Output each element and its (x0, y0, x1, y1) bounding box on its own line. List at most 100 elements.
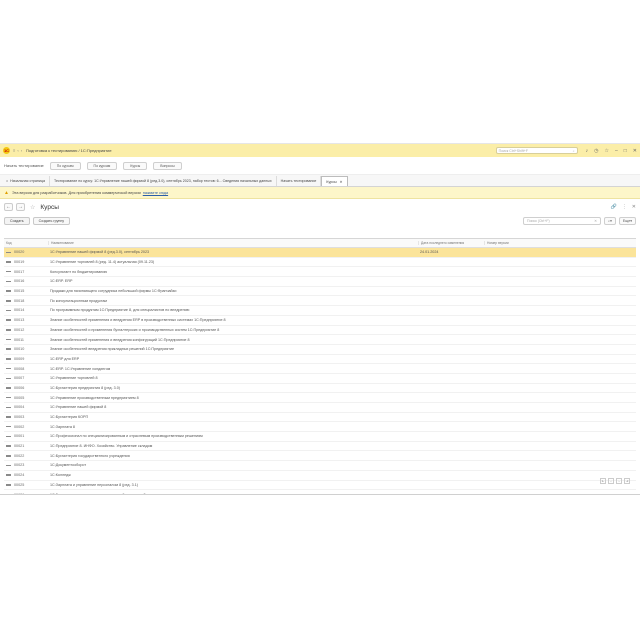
cell-code: 00026 (4, 493, 48, 494)
table-row[interactable]: 00011 Знание особенностей применения и вн… (4, 335, 636, 345)
scroll-top-icon[interactable]: ⇤ (600, 478, 606, 484)
cell-code: 00011 (4, 338, 48, 342)
table-row[interactable]: 00016 1С:ERP. ERP (4, 277, 636, 287)
item-icon (6, 290, 11, 292)
forward-button[interactable]: → (16, 203, 25, 211)
global-search-input[interactable]: Поиск Ctrl+Shift+F ⌕ (495, 147, 578, 154)
tab-home[interactable]: ⌂ Начальная страница (2, 176, 50, 186)
star-icon[interactable]: ☆ (605, 148, 609, 154)
item-icon (6, 464, 11, 467)
table-row[interactable]: 00001 1С:Профессионал по специализированн… (4, 432, 636, 442)
cell-code: 00020 (4, 250, 48, 254)
app-window: 1С ≡ ‹ › Подготовка к тестированию / 1С:… (0, 143, 640, 495)
scroll-down-icon[interactable]: › (616, 478, 622, 484)
table-row[interactable]: 00021 1С:Предприятие 8. ИНФО. Хозяйство. … (4, 442, 636, 452)
cell-code: 00012 (4, 328, 48, 332)
window-controls: ♪ ◷ ☆ – □ ✕ (586, 148, 637, 154)
table-row[interactable]: 00008 1С:ERP. 1С:Управление холдингом (4, 364, 636, 374)
item-icon (6, 329, 11, 331)
cell-name: 1С:Зарплата и управление персоналом 8 (р… (50, 482, 138, 487)
table-row[interactable]: 00026 1С:Бухгалтерия автономного учрежден… (4, 490, 636, 495)
item-icon (6, 474, 11, 476)
cell-name: 1С:Бухгалтерия автономного учреждения 8,… (50, 492, 146, 495)
toolbar-button-courses[interactable]: Курсы (123, 161, 148, 170)
titlebar-icons: ≡ ‹ › (13, 148, 22, 153)
toolbar-button-2[interactable]: По курсам (86, 161, 118, 170)
top-toolbar: Начать тестирование По курсам По курсам … (0, 157, 640, 175)
cell-name: 1С:Зарплата 8 (50, 424, 75, 429)
column-header-date[interactable]: Дата последнего изменения (418, 241, 484, 245)
table-row[interactable]: 00002 1С:Зарплата 8 (4, 422, 636, 433)
table-row[interactable]: 00006 1С:Бухгалтерия предприятия 8 (ред. … (4, 384, 636, 394)
toolbar-button-1[interactable]: По курсам (49, 161, 81, 170)
close-icon[interactable]: ✕ (633, 148, 637, 154)
tab-start-testing[interactable]: Начать тестирование (277, 176, 322, 186)
link-icon[interactable]: 🔗 (611, 204, 617, 210)
clear-search-icon[interactable]: ✕ (594, 219, 597, 223)
more-menu-icon[interactable]: ⋮ (622, 204, 627, 210)
table-body: 00020 1С:Управление нашей фирмой 8 (ред.3… (4, 248, 636, 495)
cell-code: 00025 (4, 483, 48, 487)
table-row[interactable]: 00024 1С:Колледж (4, 471, 636, 481)
create-button[interactable]: Создать (4, 216, 30, 225)
list-search-input[interactable]: Поиск (Ctrl+F) ✕ (523, 216, 602, 225)
table-row[interactable]: 00015 Продажи для начинающего сотрудника … (4, 287, 636, 297)
cell-name: 1С:Управление торговлей 8 (ред. 11.4) ак… (50, 260, 155, 265)
table-row[interactable]: 00018 По консультационным продуктам (4, 296, 636, 307)
warning-link[interactable]: нажмите сюда (143, 191, 168, 195)
column-header-name[interactable]: Наименование (48, 241, 418, 245)
back-button[interactable]: ← (4, 203, 13, 211)
scroll-bottom-icon[interactable]: ⇥ (624, 478, 630, 484)
table-row[interactable]: 00025 1С:Зарплата и управление персоналом… (4, 481, 636, 491)
search-options-button[interactable]: ⌕ ▾ (604, 216, 616, 225)
item-icon (6, 348, 11, 350)
cell-code: 00009 (4, 357, 48, 361)
table-row[interactable]: 00010 Знание особенностей внедрения прикл… (4, 345, 636, 355)
more-button[interactable]: Еще ▾ (618, 216, 636, 225)
minimize-icon[interactable]: – (615, 148, 618, 154)
table-row[interactable]: 00005 1С:Управление производственным пред… (4, 393, 636, 403)
favorite-star-icon[interactable]: ☆ (30, 204, 35, 211)
cell-code: 00022 (4, 454, 48, 458)
table-row[interactable]: 00023 1С:Документооборот (4, 461, 636, 471)
bell-icon[interactable]: ♪ (586, 148, 589, 154)
table-row[interactable]: 00019 1С:Управление торговлей 8 (ред. 11.… (4, 258, 636, 268)
table-row[interactable]: 00009 1С:ERP для ERP (4, 355, 636, 365)
item-icon (6, 396, 11, 399)
toolbar-button-questions[interactable]: Вопросы (153, 161, 182, 170)
form-title: Курсы (40, 203, 59, 211)
back-icon[interactable]: ‹ (17, 148, 18, 153)
item-icon (6, 493, 11, 494)
column-header-version[interactable]: Номер версии (484, 241, 636, 245)
menu-icon[interactable]: ≡ (13, 148, 15, 153)
cell-code: 00018 (4, 299, 48, 303)
table-row[interactable]: 00022 1С:Бухгалтерия государственного учр… (4, 451, 636, 462)
cell-name: 1С:ERP. 1С:Управление холдингом (50, 366, 111, 371)
table-row[interactable]: 00017 Консультант по бюджетированию (4, 267, 636, 278)
cell-code: 00006 (4, 386, 48, 390)
forward-icon[interactable]: › (21, 148, 22, 153)
close-form-icon[interactable]: ✕ (632, 204, 636, 210)
table-row[interactable]: 00014 По программным продуктам 1С:Предпри… (4, 306, 636, 316)
table-row[interactable]: 00003 1С:Бухгалтерия КОРП (4, 413, 636, 423)
close-tab-icon[interactable]: ✕ (340, 180, 343, 184)
column-header-code[interactable]: Код (4, 241, 48, 245)
item-icon (6, 425, 11, 428)
tab-courses[interactable]: Курсы ✕ (321, 176, 348, 186)
table-row[interactable]: 00012 Знание особенностей и применения бу… (4, 326, 636, 336)
start-testing-link[interactable]: Начать тестирование (4, 163, 44, 168)
table-row[interactable]: 00004 1С:Управление нашей фирмой 8 (4, 403, 636, 413)
create-group-button[interactable]: Создать группу (32, 216, 71, 225)
history-icon[interactable]: ◷ (594, 148, 598, 154)
table-row[interactable]: 00007 1С:Управление торговлей 8 (4, 374, 636, 384)
scroll-up-icon[interactable]: ‹ (608, 478, 614, 484)
tab-testing-course[interactable]: Тестирование по курсу: 1С:Управление наш… (50, 176, 277, 186)
cell-code: 00001 (4, 434, 48, 438)
maximize-icon[interactable]: □ (624, 148, 627, 154)
table-row[interactable]: 00020 1С:Управление нашей фирмой 8 (ред.3… (4, 248, 636, 258)
cell-code: 00023 (4, 463, 48, 467)
form-header: ← → ☆ Курсы 🔗 ⋮ ✕ (0, 199, 640, 215)
cell-name: Знание особенностей применения и внедрен… (50, 337, 190, 342)
chevron-down-icon: ▾ (630, 218, 632, 223)
table-row[interactable]: 00013 Знание особенностей применения и вн… (4, 316, 636, 326)
